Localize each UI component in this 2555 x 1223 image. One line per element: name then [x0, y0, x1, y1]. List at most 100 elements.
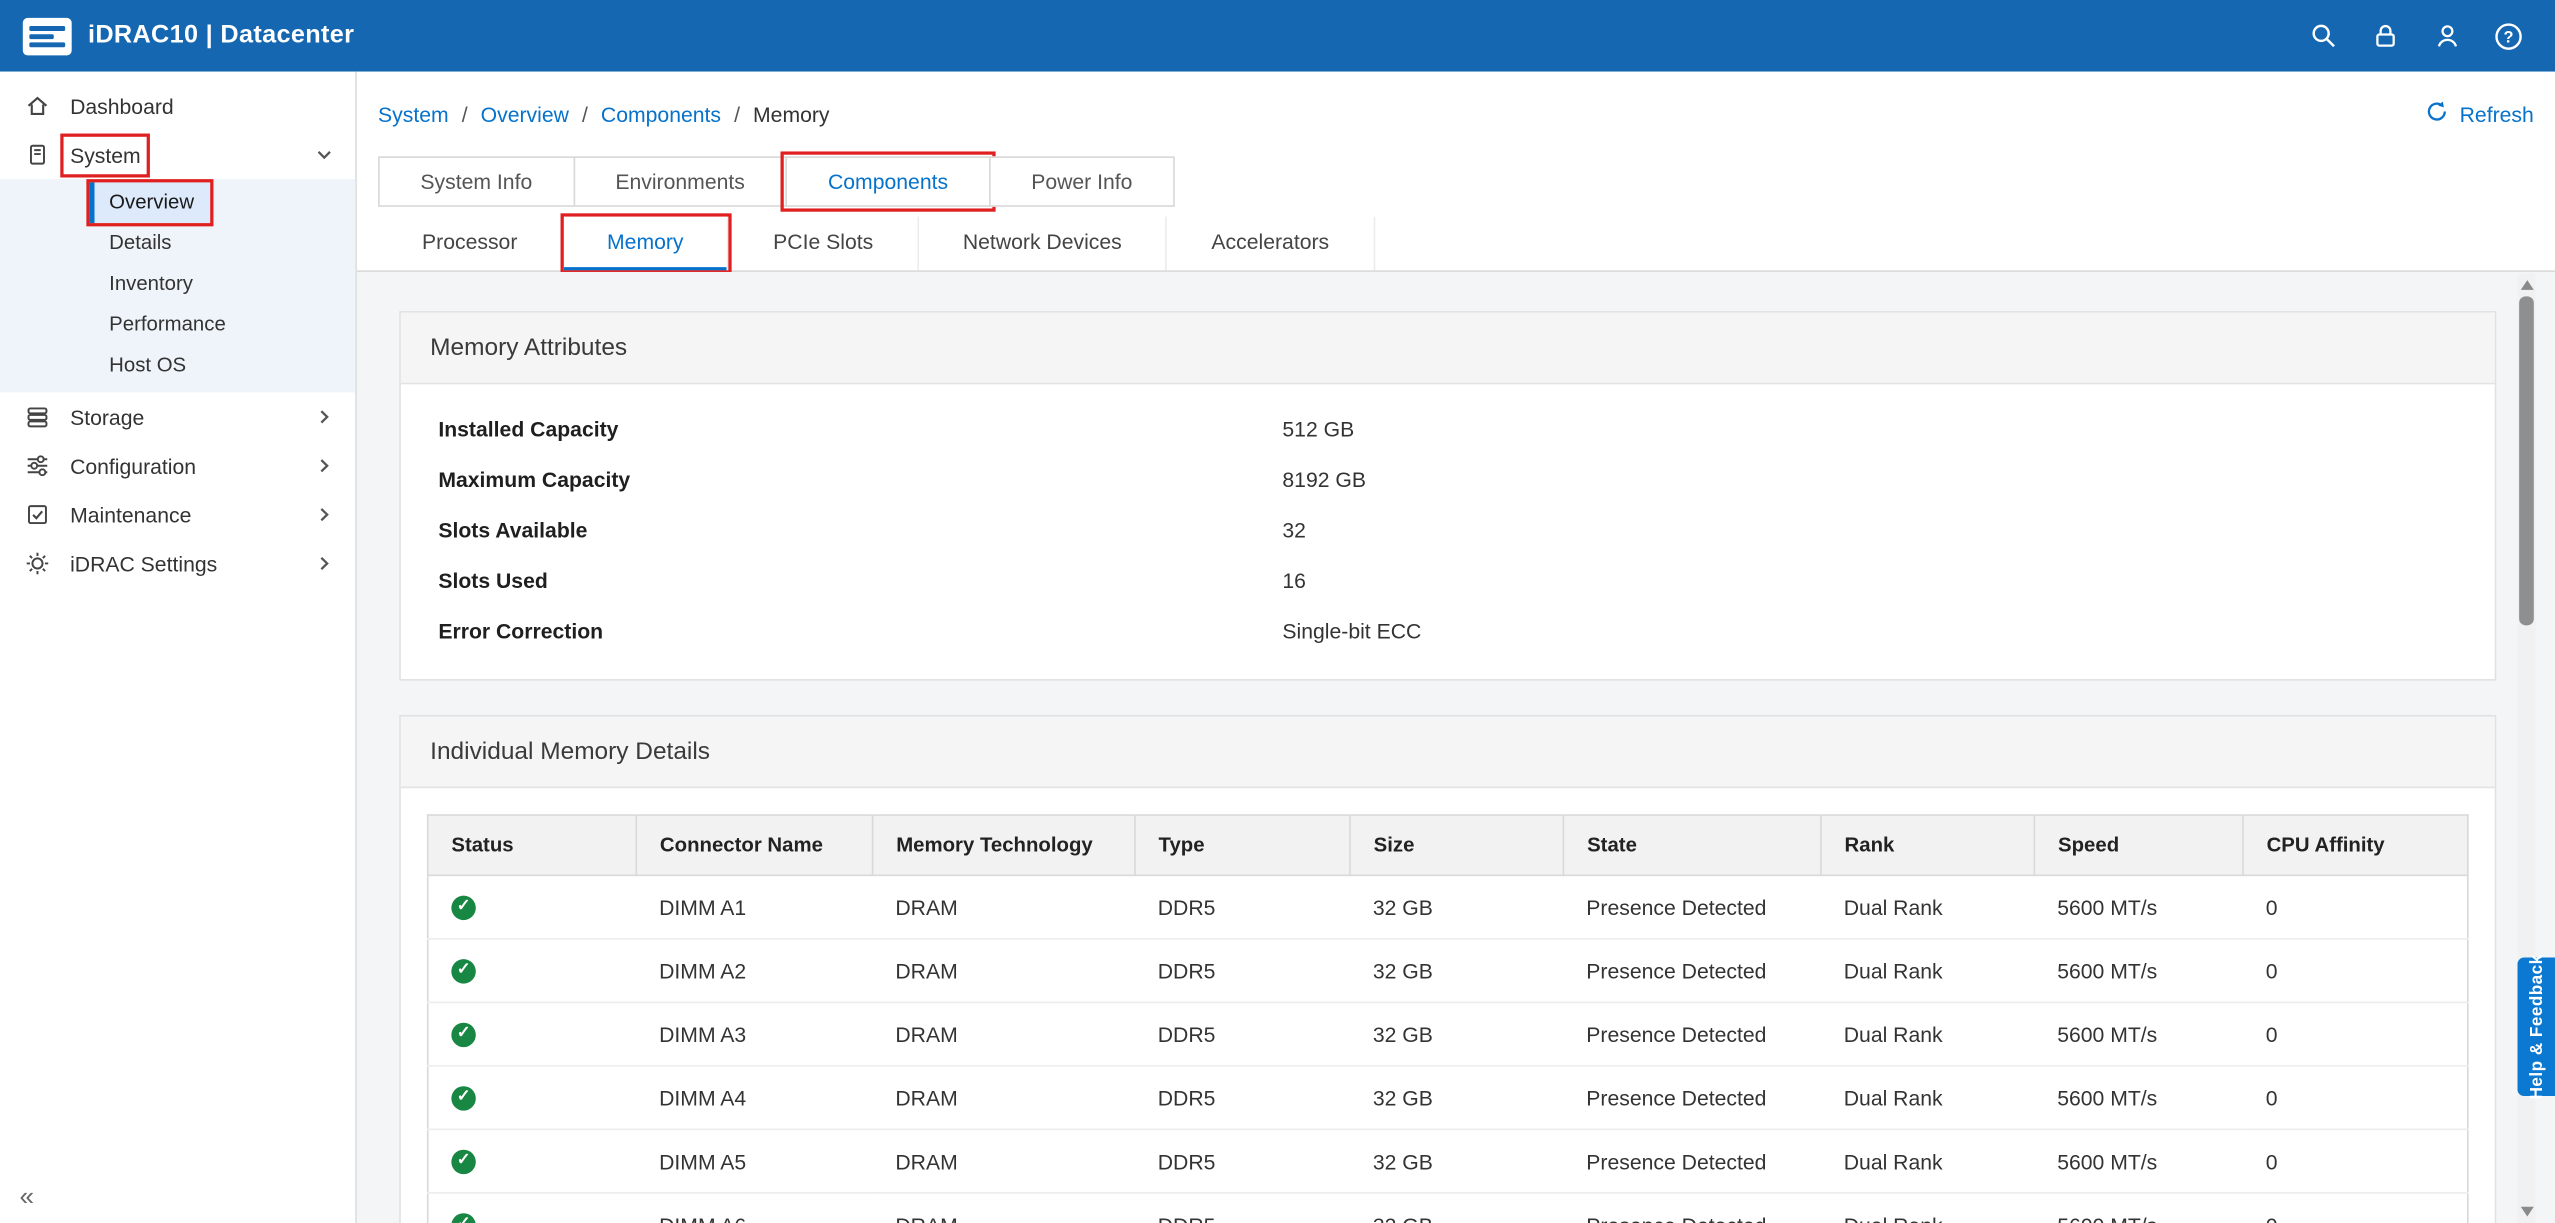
sidebar-subitem-details[interactable]: Details: [90, 223, 188, 264]
table-row: ✓ DIMM A1 DRAM DDR5 32 GB Presence Detec…: [428, 875, 2468, 939]
refresh-button[interactable]: Refresh: [2425, 99, 2533, 128]
sidebar-subitem-performance[interactable]: Performance: [90, 305, 242, 346]
top-bar: iDRAC10 | Datacenter ?: [0, 0, 2555, 72]
subtab-pcie-slots[interactable]: PCIe Slots: [729, 217, 919, 271]
col-cpu-affinity: CPU Affinity: [2243, 815, 2468, 875]
status-ok-icon: ✓: [451, 895, 475, 919]
chevron-right-icon: [314, 456, 334, 476]
col-memory-technology: Memory Technology: [873, 815, 1135, 875]
status-ok-icon: ✓: [451, 1212, 475, 1223]
sidebar-item-maintenance[interactable]: Maintenance: [0, 490, 355, 539]
sidebar-subitem-host-os[interactable]: Host OS: [90, 345, 203, 386]
breadcrumb-system[interactable]: System: [378, 102, 449, 126]
sidebar-collapse-button[interactable]: «: [20, 1184, 35, 1213]
chevron-right-icon: [314, 505, 334, 525]
lock-icon[interactable]: [2361, 12, 2408, 59]
breadcrumb-separator: /: [582, 102, 588, 126]
status-ok-icon: ✓: [451, 1022, 475, 1046]
tab-components[interactable]: Components: [786, 156, 991, 206]
sidebar-item-label: Storage: [70, 405, 144, 429]
subtab-network-devices[interactable]: Network Devices: [919, 217, 1168, 271]
maintenance-icon: [24, 502, 50, 528]
subtab-processor[interactable]: Processor: [378, 217, 563, 271]
gear-icon: [24, 550, 50, 576]
attribute-row: Installed Capacity 512 GB: [401, 404, 2495, 454]
tab-bar: System Info Environments Components Powe…: [378, 156, 2555, 206]
app-title: iDRAC10 | Datacenter: [88, 21, 354, 50]
home-icon: [24, 93, 50, 119]
svg-text:?: ?: [2504, 28, 2514, 46]
scroll-up-arrow-icon[interactable]: [2520, 280, 2533, 290]
chevron-right-icon: [314, 407, 334, 427]
breadcrumb-components[interactable]: Components: [601, 102, 721, 126]
memory-details-card: Individual Memory Details Status: [399, 715, 2496, 1223]
sidebar-item-label: Dashboard: [70, 94, 174, 118]
storage-icon: [24, 404, 50, 430]
table-row: ✓ DIMM A2 DRAM DDR5 32 GB Presence Detec…: [428, 939, 2468, 1003]
sidebar-subitem-overview[interactable]: Overview: [90, 182, 211, 223]
main-area: System / Overview / Components / Memory …: [357, 72, 2555, 1223]
breadcrumb-memory: Memory: [753, 102, 830, 126]
content-area: Memory Attributes Installed Capacity 512…: [357, 272, 2555, 1223]
subtab-bar: Processor Memory PCIe Slots Network Devi…: [357, 217, 2555, 272]
memory-attributes-card: Memory Attributes Installed Capacity 512…: [399, 311, 2496, 681]
tab-system-info[interactable]: System Info: [378, 156, 575, 206]
sidebar-item-storage[interactable]: Storage: [0, 392, 355, 441]
sliders-icon: [24, 453, 50, 479]
subtab-memory[interactable]: Memory: [563, 217, 729, 271]
attribute-row: Slots Used 16: [401, 555, 2495, 605]
breadcrumb-overview[interactable]: Overview: [481, 102, 569, 126]
chevron-down-icon: [314, 145, 334, 165]
memory-table: Status Connector Name Memory Technology …: [427, 814, 2469, 1223]
sidebar-item-label: iDRAC Settings: [70, 551, 217, 575]
sidebar-subitem-inventory[interactable]: Inventory: [90, 264, 210, 305]
attribute-row: Maximum Capacity 8192 GB: [401, 454, 2495, 504]
sidebar-item-dashboard[interactable]: Dashboard: [0, 81, 355, 130]
table-header-row: Status Connector Name Memory Technology …: [428, 815, 2468, 875]
sidebar-item-label: Maintenance: [70, 502, 191, 526]
sidebar-item-system[interactable]: System: [0, 130, 355, 179]
scrollbar-thumb[interactable]: [2519, 296, 2534, 625]
memory-table-wrap: Status Connector Name Memory Technology …: [401, 788, 2495, 1223]
breadcrumb-separator: /: [462, 102, 468, 126]
collapse-chevrons-icon: «: [20, 1184, 35, 1212]
system-submenu: Overview Details Inventory Performance H…: [0, 179, 355, 392]
sidebar-item-label: Configuration: [70, 454, 196, 478]
attribute-list: Installed Capacity 512 GB Maximum Capaci…: [401, 384, 2495, 679]
idrac-logo-icon: [23, 17, 72, 54]
card-header: Memory Attributes: [401, 313, 2495, 385]
col-state: State: [1563, 815, 1820, 875]
topbar-actions: ?: [2299, 12, 2532, 59]
sidebar-item-idrac-settings[interactable]: iDRAC Settings: [0, 539, 355, 588]
brand: iDRAC10 | Datacenter: [23, 17, 354, 54]
col-type: Type: [1135, 815, 1350, 875]
table-row: ✓ DIMM A5 DRAM DDR5 32 GB Presence Detec…: [428, 1129, 2468, 1193]
help-icon[interactable]: ?: [2485, 12, 2532, 59]
table-row: ✓ DIMM A3 DRAM DDR5 32 GB Presence Detec…: [428, 1002, 2468, 1066]
sidebar-item-configuration[interactable]: Configuration: [0, 441, 355, 490]
idrac-app: iDRAC10 | Datacenter ? Dashboard: [0, 0, 2555, 1223]
table-row: ✓ DIMM A6 DRAM DDR5 32 GB Presence Detec…: [428, 1193, 2468, 1223]
card-title: Individual Memory Details: [430, 738, 710, 766]
help-feedback-tab[interactable]: Help & Feedback: [2518, 958, 2555, 1096]
sidebar-item-label: System: [70, 142, 141, 166]
breadcrumb-separator: /: [734, 102, 740, 126]
tab-environments[interactable]: Environments: [573, 156, 787, 206]
subtab-accelerators[interactable]: Accelerators: [1167, 217, 1374, 271]
breadcrumb-row: System / Overview / Components / Memory …: [357, 72, 2555, 157]
scroll-down-arrow-icon[interactable]: [2520, 1207, 2533, 1217]
attribute-row: Slots Available 32: [401, 505, 2495, 555]
sidebar: Dashboard System Overview Details Invent…: [0, 72, 357, 1223]
card-header: Individual Memory Details: [401, 717, 2495, 789]
breadcrumb: System / Overview / Components / Memory: [378, 102, 829, 126]
col-speed: Speed: [2034, 815, 2243, 875]
status-ok-icon: ✓: [451, 1149, 475, 1173]
search-icon[interactable]: [2299, 12, 2346, 59]
system-icon: [24, 142, 50, 168]
chevron-right-icon: [314, 554, 334, 574]
refresh-icon: [2425, 99, 2449, 128]
col-status: Status: [428, 815, 637, 875]
col-connector-name: Connector Name: [636, 815, 872, 875]
user-icon[interactable]: [2423, 12, 2470, 59]
tab-power-info[interactable]: Power Info: [989, 156, 1175, 206]
